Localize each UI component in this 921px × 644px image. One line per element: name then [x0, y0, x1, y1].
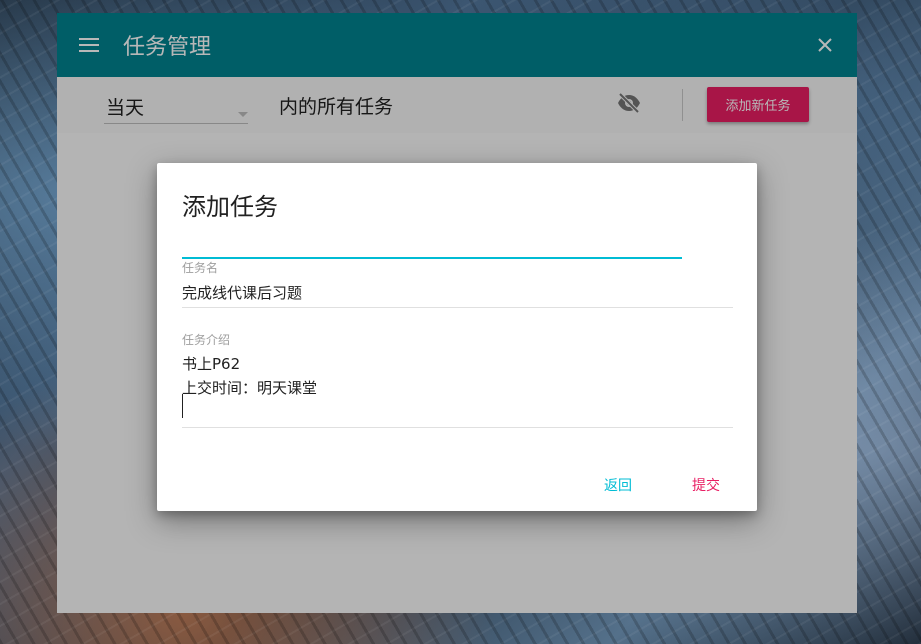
focus-underline: [182, 257, 682, 259]
dialog-title: 添加任务: [182, 193, 278, 221]
submit-button[interactable]: 提交: [692, 475, 720, 495]
description-line: 上交时间：明天课堂: [182, 379, 318, 397]
task-description-field[interactable]: 任务介绍 书上P62 上交时间：明天课堂: [182, 331, 733, 428]
task-description-textarea[interactable]: 书上P62 上交时间：明天课堂: [182, 352, 733, 400]
task-name-label: 任务名: [182, 261, 219, 275]
description-line: 书上P62: [182, 355, 241, 373]
task-name-field[interactable]: 任务名 完成线代课后习题: [182, 259, 733, 308]
task-name-input[interactable]: 完成线代课后习题: [182, 282, 733, 303]
back-button[interactable]: 返回: [604, 475, 632, 495]
text-cursor: [182, 394, 183, 418]
task-description-label: 任务介绍: [182, 333, 231, 347]
add-task-dialog: 添加任务 任务名 完成线代课后习题 任务介绍 书上P62 上交时间：明天课堂 返…: [157, 163, 757, 511]
